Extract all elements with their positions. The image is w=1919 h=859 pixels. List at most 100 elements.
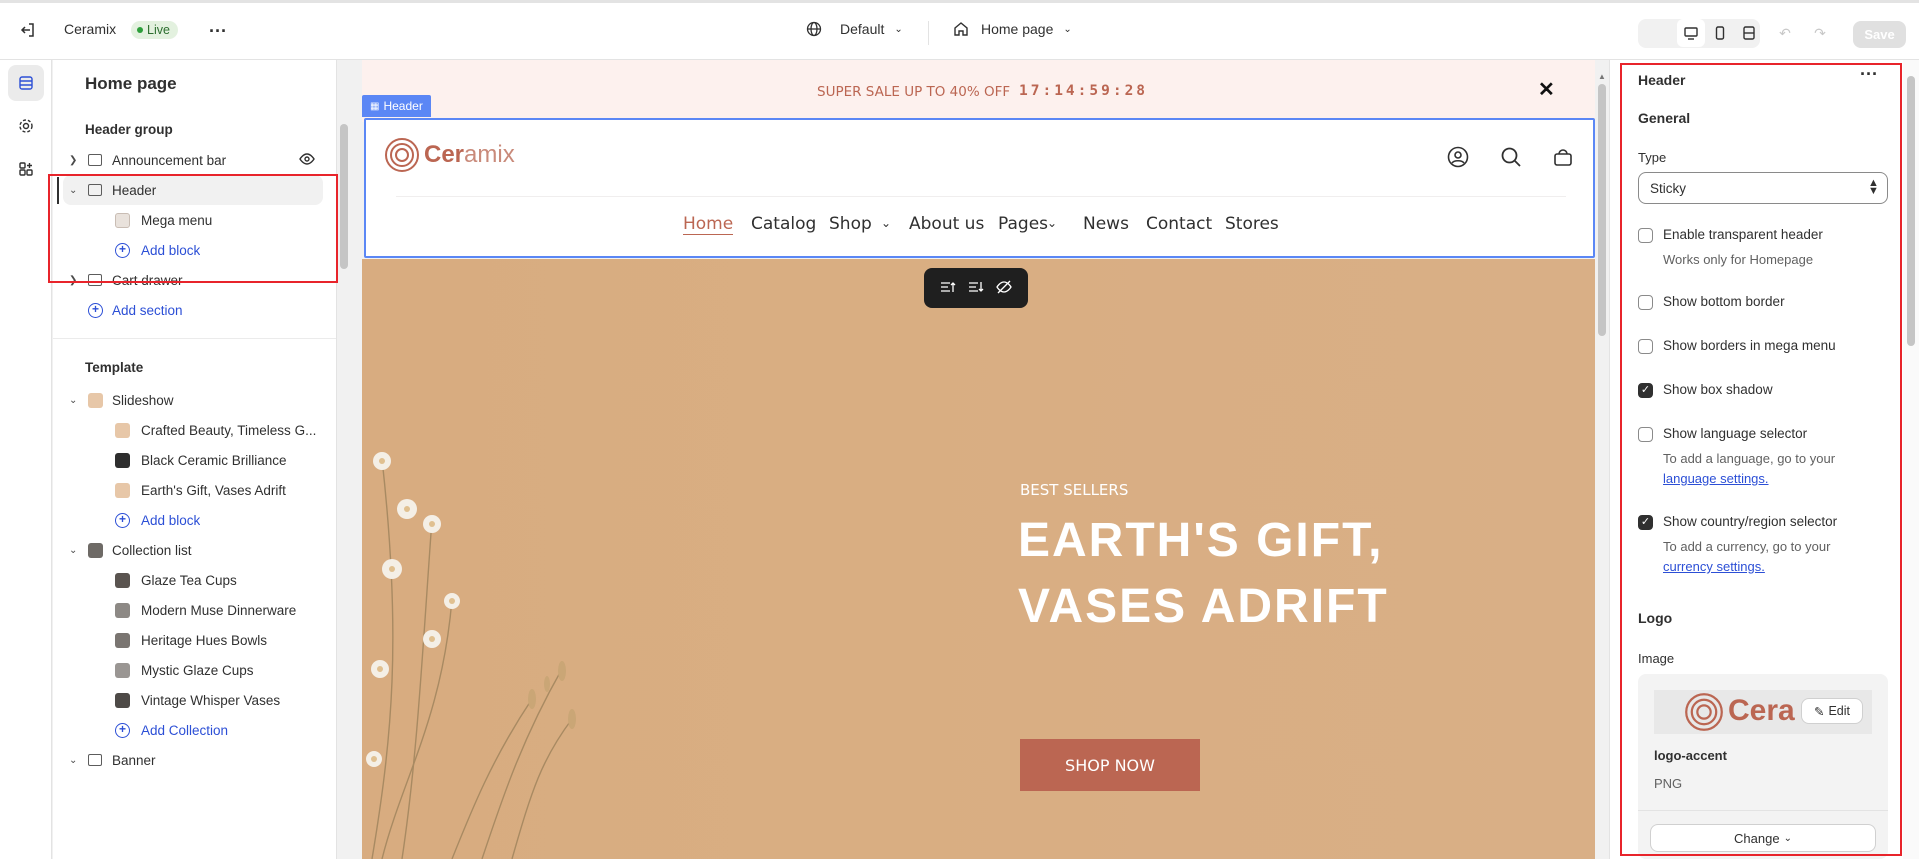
apps-icon[interactable] xyxy=(8,151,44,187)
scroll-up-arrow-icon[interactable]: ▲ xyxy=(1598,72,1606,81)
logo-text: Ceramix xyxy=(424,141,515,169)
section-label: Banner xyxy=(112,752,156,768)
hero-kicker: BEST SELLERS xyxy=(1020,481,1129,499)
globe-icon xyxy=(806,21,822,37)
redo-icon[interactable]: ↷ xyxy=(1806,19,1834,47)
countdown-timer: 17:14:59:28 xyxy=(1019,83,1149,99)
block-thumbnail xyxy=(115,662,130,678)
block-thumbnail xyxy=(115,602,130,618)
hide-icon[interactable] xyxy=(996,280,1012,297)
announcement-text: SUPER SALE UP TO 40% OFF xyxy=(817,84,1011,100)
hero-slideshow[interactable]: BEST SELLERS EARTH'S GIFT, VASES ADRIFT xyxy=(362,259,1595,859)
mobile-icon[interactable] xyxy=(1706,19,1734,47)
scrollbar-thumb[interactable] xyxy=(340,124,348,269)
section-thumbnail xyxy=(88,392,103,408)
block-label: Heritage Hues Bowls xyxy=(141,632,268,648)
header-divider xyxy=(396,196,1566,197)
chevron-down-icon: ⌄ xyxy=(69,754,78,766)
block-collection[interactable]: Heritage Hues Bowls xyxy=(53,625,333,655)
theme-selector-label: Default xyxy=(840,21,885,37)
add-block-label: Add block xyxy=(141,512,201,528)
settings-panel-scrollbar[interactable] xyxy=(1903,60,1919,859)
block-label: Earth's Gift, Vases Adrift xyxy=(141,482,286,498)
plus-circle-icon: + xyxy=(88,302,103,318)
divider xyxy=(928,21,929,45)
nav-stores[interactable]: Stores xyxy=(1225,214,1279,234)
preview-canvas: SUPER SALE UP TO 40% OFF 17:14:59:28 ✕ ▦… xyxy=(362,60,1595,859)
nav-pages[interactable]: Pages xyxy=(998,214,1048,234)
section-icon: ▦ xyxy=(370,100,380,112)
nav-about[interactable]: About us xyxy=(909,214,984,234)
desktop-icon[interactable] xyxy=(1677,19,1705,47)
block-slide[interactable]: Crafted Beauty, Timeless G... xyxy=(53,415,333,445)
undo-icon[interactable]: ↶ xyxy=(1771,19,1799,47)
nav-shop[interactable]: Shop xyxy=(829,214,872,234)
block-thumbnail xyxy=(115,572,130,588)
section-slideshow[interactable]: ⌄ Slideshow xyxy=(53,385,333,415)
exit-icon[interactable] xyxy=(14,16,42,44)
logo-text-part1: Cer xyxy=(424,141,465,168)
block-collection[interactable]: Modern Muse Dinnerware xyxy=(53,595,333,625)
chevron-down-icon: ⌄ xyxy=(69,394,78,406)
chevron-down-icon: ⌄ xyxy=(881,216,892,230)
block-collection[interactable]: Glaze Tea Cups xyxy=(53,565,333,595)
nav-catalog[interactable]: Catalog xyxy=(751,214,816,234)
search-icon[interactable] xyxy=(1500,146,1522,171)
block-thumbnail xyxy=(115,452,130,468)
sections-icon[interactable] xyxy=(8,65,44,101)
save-button[interactable]: Save xyxy=(1853,21,1906,48)
live-label: Live xyxy=(147,23,170,37)
section-label: Collection list xyxy=(112,542,192,558)
add-block-button[interactable]: + Add block xyxy=(53,505,333,535)
add-collection-button[interactable]: + Add Collection xyxy=(53,715,333,745)
scrollbar-thumb[interactable] xyxy=(1907,76,1915,346)
add-collection-label: Add Collection xyxy=(141,722,229,738)
section-label: Slideshow xyxy=(112,392,174,408)
section-collection-list[interactable]: ⌄ Collection list xyxy=(53,535,333,565)
page-selector-label: Home page xyxy=(981,21,1054,37)
nav-news[interactable]: News xyxy=(1083,214,1129,234)
chevron-down-icon: ⌄ xyxy=(894,23,903,35)
store-name: Ceramix xyxy=(64,21,117,37)
block-slide[interactable]: Black Ceramic Brilliance xyxy=(53,445,333,475)
account-icon[interactable] xyxy=(1447,146,1469,171)
block-label: Glaze Tea Cups xyxy=(141,572,237,588)
page-selector[interactable]: Home page ⌄ xyxy=(953,21,1072,37)
store-header[interactable]: Ceramix xyxy=(364,118,1595,258)
section-banner[interactable]: ⌄ Banner xyxy=(53,745,333,775)
home-icon xyxy=(954,22,968,36)
nav-contact[interactable]: Contact xyxy=(1146,214,1212,234)
top-bar: Ceramix Live ··· Default ⌄ Home page ⌄ ↶… xyxy=(0,0,1919,60)
announcement-bar[interactable]: SUPER SALE UP TO 40% OFF 17:14:59:28 ✕ xyxy=(362,60,1595,122)
section-icon xyxy=(88,154,102,166)
section-floating-toolbar xyxy=(924,268,1028,308)
close-icon[interactable]: ✕ xyxy=(1538,77,1555,102)
plus-circle-icon: + xyxy=(115,722,130,738)
settings-gear-icon[interactable] xyxy=(8,108,44,144)
settings-panel-highlight xyxy=(1620,63,1902,856)
nav-home[interactable]: Home xyxy=(683,214,734,235)
add-section-button[interactable]: + Add section xyxy=(53,295,333,325)
block-collection[interactable]: Vintage Whisper Vases xyxy=(53,685,333,715)
block-collection[interactable]: Mystic Glaze Cups xyxy=(53,655,333,685)
shop-now-button[interactable]: SHOP NOW xyxy=(1020,739,1200,791)
header-group-heading: Header group xyxy=(85,122,173,137)
left-panel-scrollbar[interactable] xyxy=(338,110,350,859)
logo-text-part2: amix xyxy=(464,141,515,168)
cart-icon[interactable] xyxy=(1552,146,1574,171)
fullwidth-icon[interactable] xyxy=(1735,19,1763,47)
store-logo[interactable]: Ceramix xyxy=(384,137,515,176)
block-slide[interactable]: Earth's Gift, Vases Adrift xyxy=(53,475,333,505)
scrollbar-thumb[interactable] xyxy=(1598,84,1606,336)
eye-icon[interactable] xyxy=(299,152,315,169)
preview-scrollbar[interactable]: ▲ xyxy=(1595,60,1609,859)
more-options-icon[interactable]: ··· xyxy=(204,17,232,45)
section-announcement-bar[interactable]: ❯ Announcement bar xyxy=(53,145,333,175)
dried-flowers-image xyxy=(366,452,576,859)
chevron-down-icon: ⌄ xyxy=(1063,23,1072,35)
theme-selector[interactable]: Default ⌄ xyxy=(806,21,903,37)
chevron-down-icon: ⌄ xyxy=(69,544,78,556)
live-dot-icon xyxy=(137,27,143,33)
move-up-icon[interactable] xyxy=(940,280,956,297)
move-down-icon[interactable] xyxy=(968,280,984,297)
